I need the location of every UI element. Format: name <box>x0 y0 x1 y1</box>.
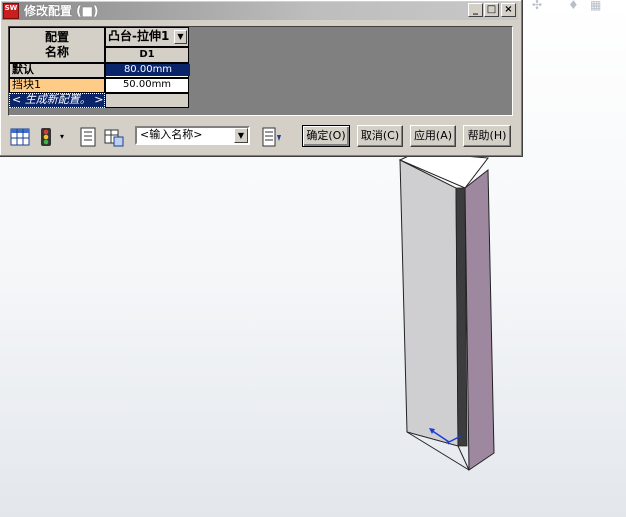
title-bar[interactable]: SW 修改配置 (■) _ □ × <box>2 2 518 20</box>
traffic-light-icon[interactable] <box>36 127 56 147</box>
table-name-input[interactable]: <输入名称> ▼ <box>135 126 250 145</box>
block-part-3d[interactable]: * <box>395 150 505 480</box>
maximize-button[interactable]: □ <box>484 3 499 17</box>
configuration-table: 配置 名称 凸台-拉伸1 ▼ D1 默认 80.00mm 挡块1 50.00mm… <box>8 26 513 116</box>
help-button[interactable]: 帮助(H) <box>463 125 511 147</box>
table-settings-icon[interactable] <box>104 127 124 147</box>
dropdown-arrow-icon[interactable]: ▾ <box>60 127 70 147</box>
ok-button[interactable]: 确定(O) <box>302 125 350 147</box>
create-new-config-row[interactable]: < 生成新配置。 > <box>9 93 105 108</box>
display-style-icon[interactable]: ▦ <box>590 0 601 11</box>
config-row-default[interactable]: 默认 <box>9 63 105 78</box>
part-side-face <box>464 168 495 471</box>
config-value-default[interactable]: 80.00mm <box>105 63 190 78</box>
minimize-button[interactable]: _ <box>468 3 483 17</box>
chevron-down-icon[interactable]: ▼ <box>174 30 187 44</box>
table-name-value: <输入名称> <box>140 128 203 141</box>
save-table-icon[interactable] <box>262 127 282 147</box>
part-front-face <box>399 159 459 447</box>
dimension-column-header[interactable]: D1 <box>105 47 189 63</box>
chevron-down-icon[interactable]: ▼ <box>234 128 248 143</box>
configuration-name-header: 配置 名称 <box>9 27 105 63</box>
config-row-block1[interactable]: 挡块1 <box>9 78 105 93</box>
appearance-icon[interactable]: ♦ <box>568 0 579 11</box>
solidworks-app-icon: SW <box>3 3 19 19</box>
svg-text:*: * <box>446 440 451 450</box>
view-orientation-icon[interactable]: ✣ <box>532 0 542 11</box>
feature-column-header[interactable]: 凸台-拉伸1 ▼ <box>105 27 189 47</box>
list-view-icon[interactable] <box>78 127 98 147</box>
cancel-button[interactable]: 取消(C) <box>357 125 403 147</box>
viewport-heads-up-toolbar: ✣ ♦ ▦ <box>528 0 626 11</box>
modify-configuration-dialog: SW 修改配置 (■) _ □ × 配置 名称 凸台-拉伸1 ▼ D1 默认 8… <box>0 0 523 157</box>
close-button[interactable]: × <box>501 3 516 17</box>
window-title: 修改配置 (■) <box>24 4 99 18</box>
feature-header-label: 凸台-拉伸1 <box>108 29 170 43</box>
config-value-text: 80.00mm <box>106 64 190 76</box>
table-view-icon[interactable] <box>10 127 30 147</box>
config-value-new[interactable] <box>105 93 189 108</box>
config-value-block1[interactable]: 50.00mm <box>105 78 189 93</box>
apply-button[interactable]: 应用(A) <box>410 125 456 147</box>
